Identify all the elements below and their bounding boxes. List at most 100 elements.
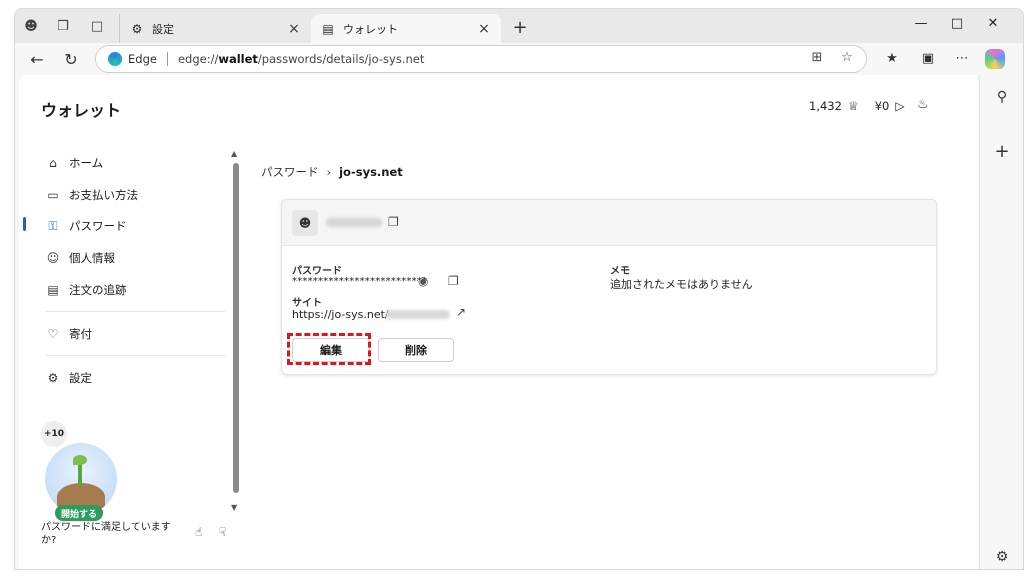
bell-icon[interactable]: ♨ [917,97,929,112]
card-icon: ▭ [47,188,59,202]
tab-wallet[interactable]: ▤ ウォレット × [311,14,501,43]
sidebar-settings-icon[interactable]: ⚙ [993,549,1011,565]
copy-icon[interactable]: ❐ [448,274,459,288]
nav-divider [45,355,225,356]
rewards-promo: +10 開始する パスワードに満足していますか? ☝ ☟ [41,421,226,569]
gear-icon: ⚙ [47,371,59,385]
page-title: ウォレット [41,101,122,120]
address-brand: Edge [128,52,157,66]
close-icon[interactable]: × [287,21,301,37]
favorites-icon[interactable]: ★ [883,51,901,66]
tab-strip: ☻ ❒ □ ⚙ 設定 × ▤ ウォレット × + — □ ✕ [15,9,1023,43]
edit-highlight-box [287,333,371,365]
username-redacted [326,218,382,227]
copy-icon[interactable]: ❐ [388,215,399,229]
breadcrumb-root[interactable]: パスワード [261,164,319,180]
address-bar[interactable]: Edge edge://wallet/passwords/details/jo-… [95,45,867,73]
tab-title: ウォレット [343,22,398,36]
nav-item-label: 寄付 [69,327,92,341]
edge-logo-icon [108,52,122,66]
person-icon: ☺ [46,251,60,265]
chevron-right-icon: › [326,165,332,179]
maximize-icon[interactable]: □ [947,16,967,31]
tab-actions-icon[interactable]: □ [89,18,105,34]
nav-item-passwords[interactable]: ⚿ パスワード [45,214,127,238]
scroll-thumb[interactable] [233,163,239,493]
cash-value: ¥0 [874,99,890,113]
memo-value: 追加されたメモはありません [610,278,753,291]
site-value: https://jo-sys.net/ [292,308,389,321]
site-path-redacted [386,310,450,319]
sprout-leaf [73,455,87,465]
close-icon[interactable]: × [477,21,491,37]
profile-icon[interactable]: ☻ [23,18,39,34]
copilot-icon[interactable] [985,49,1005,69]
receipt-icon: ▤ [47,283,59,297]
nav-item-label: 注文の追跡 [69,283,127,297]
tag-icon[interactable]: ▷ [895,99,904,113]
password-label: パスワード [292,266,342,277]
start-button[interactable]: 開始する [55,505,104,521]
thumbs-down-icon[interactable]: ☟ [219,525,226,539]
points-value: 1,432 [809,99,842,113]
heart-icon: ♡ [47,327,59,341]
nav-item-label: パスワード [69,219,127,233]
nav-item-personal-info[interactable]: ☺ 個人情報 [45,246,115,270]
browser-window: ☻ ❒ □ ⚙ 設定 × ▤ ウォレット × + — □ ✕ ← ↻ Edge … [14,8,1024,570]
account-icon: ☻ [292,210,318,236]
url-prefix: edge:// [177,52,219,66]
nav-item-donation[interactable]: ♡ 寄付 [45,322,92,346]
nav-scrollbar[interactable]: ▲ ▼ [231,149,239,513]
refresh-icon[interactable]: ↻ [61,49,81,69]
edge-sidebar: ⚲ + ⚙ [979,75,1023,569]
window-close-icon[interactable]: ✕ [983,16,1003,31]
url-path: /passwords/details/jo-sys.net [257,52,425,66]
breadcrumb: パスワード › jo-sys.net [261,164,403,180]
nav-item-payment[interactable]: ▭ お支払い方法 [45,183,138,207]
search-icon[interactable]: ⚲ [993,89,1011,105]
card-header: ☻ ❐ [282,200,936,246]
screenshot-icon[interactable]: ▣ [919,51,937,66]
trophy-icon[interactable]: ♕ [848,99,859,113]
workspaces-icon[interactable]: ❒ [55,18,71,34]
more-icon[interactable]: ⋯ [953,51,971,66]
url-host: wallet [218,52,258,66]
breadcrumb-current: jo-sys.net [339,165,403,179]
key-icon: ⚿ [48,218,58,233]
tab-title: 設定 [152,22,174,36]
nav-item-label: お支払い方法 [69,188,138,202]
apps-icon[interactable]: ⊞ [809,50,825,65]
external-link-icon[interactable]: ↗ [456,305,466,319]
nav-item-label: 設定 [69,371,92,385]
bonus-badge: +10 [41,421,67,447]
toolbar: ← ↻ Edge edge://wallet/passwords/details… [15,43,1023,75]
new-tab-icon[interactable]: + [511,17,529,38]
wallet-page: ウォレット 1,432 ♕ ¥0 ▷ ♨ ⌂ ホーム ▭ お支払い方法 ⚿ パス… [19,75,977,569]
survey-text: パスワードに満足していますか? [41,522,171,546]
eye-icon[interactable]: ◉ [418,274,428,288]
site-label: サイト [292,298,322,309]
back-icon[interactable]: ← [27,49,47,69]
scroll-down-icon[interactable]: ▼ [231,503,237,512]
memo-label: メモ [610,266,630,277]
minimize-icon[interactable]: — [911,16,931,31]
rewards-stats: 1,432 ♕ ¥0 ▷ [809,99,915,113]
thumbs-up-icon[interactable]: ☝ [195,525,202,539]
nav-item-settings[interactable]: ⚙ 設定 [45,366,92,390]
nav-item-order-tracking[interactable]: ▤ 注文の追跡 [45,278,127,302]
scroll-up-icon[interactable]: ▲ [231,149,237,158]
password-details-card: ☻ ❐ パスワード ************************** ◉ ❐… [281,199,937,375]
active-indicator [23,217,26,231]
favorite-star-icon[interactable]: ☆ [839,50,855,65]
home-icon: ⌂ [49,156,57,170]
tab-settings[interactable]: ⚙ 設定 × [119,14,311,43]
password-value: ************************** [292,276,428,287]
delete-button[interactable]: 削除 [378,338,454,362]
wallet-icon: ▤ [322,21,334,36]
gear-icon: ⚙ [131,21,143,36]
add-icon[interactable]: + [993,141,1011,162]
nav-item-label: 個人情報 [69,251,115,265]
nav-item-home[interactable]: ⌂ ホーム [45,151,103,175]
nav-item-label: ホーム [69,156,104,170]
nav-divider [45,311,225,312]
